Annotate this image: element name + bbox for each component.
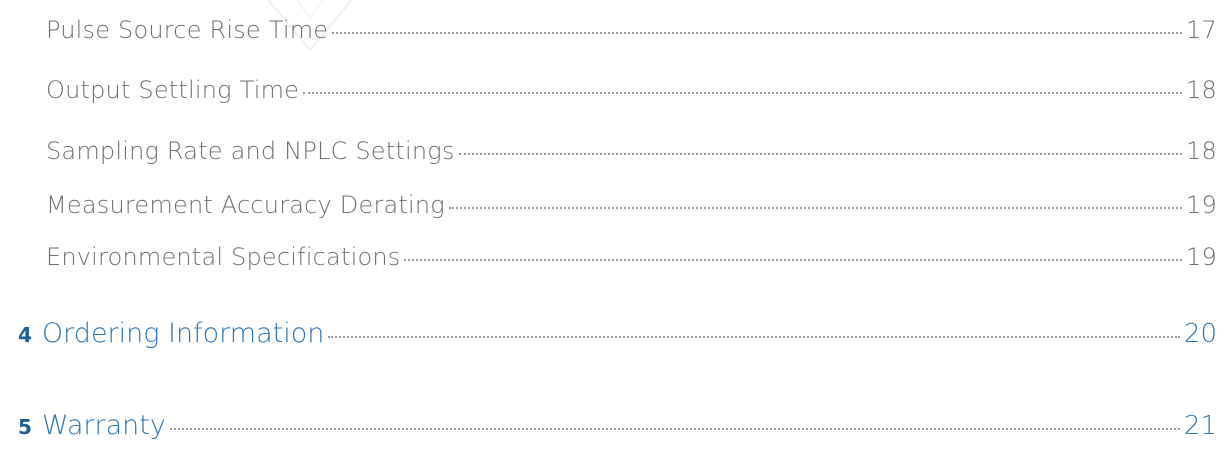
toc-entry-output-settling-time[interactable]: Output Settling Time 18 [46,76,1217,104]
toc-chapter-ordering-information[interactable]: 4 Ordering Information 20 [18,318,1217,349]
toc-chapter-number: 4 [18,323,32,347]
toc-entry-title: Pulse Source Rise Time [46,16,329,44]
toc-leader-dots [303,92,1183,94]
toc-entry-page: 18 [1186,76,1217,104]
toc-leader-dots [169,428,1180,430]
toc-entry-measurement-accuracy-derating[interactable]: Measurement Accuracy Derating 19 [46,191,1217,219]
toc-entry-page: 19 [1186,243,1217,271]
toc-entry-environmental-specifications[interactable]: Environmental Specifications 19 [46,243,1217,271]
toc-entry-pulse-source-rise-time[interactable]: Pulse Source Rise Time 17 [46,16,1217,44]
toc-leader-dots [332,32,1183,34]
toc-entry-title: Sampling Rate and NPLC Settings [46,137,455,165]
toc-chapter-page: 21 [1183,411,1217,441]
toc-chapter-number: 5 [18,415,32,439]
toc-entry-page: 17 [1186,16,1217,44]
toc-entry-title: Measurement Accuracy Derating [46,191,445,219]
toc-entry-sampling-rate[interactable]: Sampling Rate and NPLC Settings 18 [46,137,1217,165]
toc-entry-page: 18 [1186,137,1217,165]
toc-leader-dots [448,207,1183,209]
toc-chapter-page: 20 [1183,319,1217,349]
toc-leader-dots [458,153,1183,155]
toc-leader-dots [328,336,1180,338]
toc-chapter-title: Ordering Information [41,318,325,349]
toc-chapter-title: Warranty [41,410,166,441]
toc-entry-title: Output Settling Time [46,76,300,104]
toc-chapter-warranty[interactable]: 5 Warranty 21 [18,410,1217,441]
table-of-contents: Pulse Source Rise Time 17 Output Settlin… [0,0,1226,468]
toc-entry-title: Environmental Specifications [46,243,401,271]
toc-leader-dots [404,259,1183,261]
toc-entry-page: 19 [1186,191,1217,219]
